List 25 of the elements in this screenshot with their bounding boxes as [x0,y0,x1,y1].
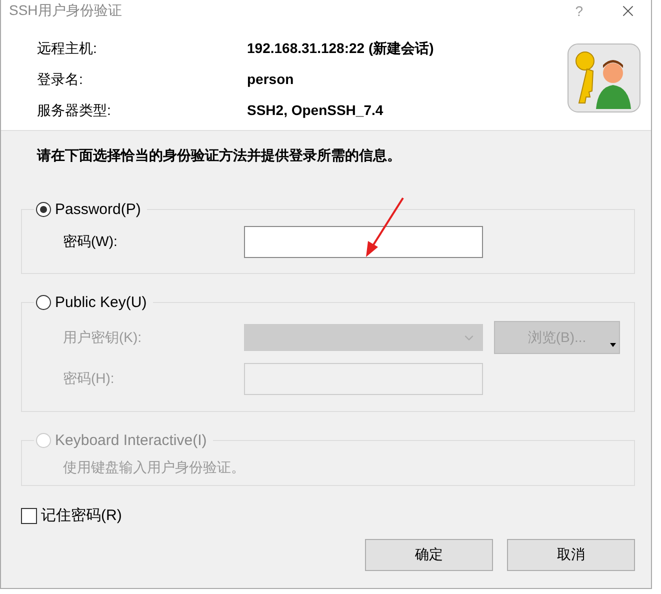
dialog-button[interactable]: 取消 [507,539,635,571]
radio-label: Password(P) [55,201,141,218]
field-label: 用户密钥(K): [63,328,143,346]
info-value: SSH2, OpenSSH_7.4 [247,101,384,120]
info-label: 远程主机: [37,39,98,58]
info-value: 192.168.31.128:22 (新建会话) [247,39,435,58]
radio-button[interactable] [36,202,51,217]
radio-label: Public Key(U) [55,294,147,311]
annotation-arrow [363,197,405,259]
caret-icon [610,343,616,347]
key-user-icon [567,43,641,113]
instruction-text: 请在下面选择恰当的身份验证方法并提供登录所需的信息。 [36,146,402,165]
radio-label: Keyboard Interactive(I) [55,432,207,449]
info-label: 服务器类型: [37,101,112,120]
dialog-button[interactable]: 确定 [365,539,493,571]
method-description: 使用键盘输入用户身份验证。 [62,458,246,477]
field-label: 密码(W): [63,233,118,251]
field-label: 密码(H): [63,370,116,388]
info-value: person [247,70,295,89]
radio-button[interactable] [36,295,51,310]
remember-checkbox[interactable] [21,508,37,524]
checkbox-label: 记住密码(R) [41,506,122,525]
info-label: 登录名: [37,70,84,89]
password-field[interactable] [244,226,483,258]
window-title: SSH用户身份验证 [9,2,123,20]
